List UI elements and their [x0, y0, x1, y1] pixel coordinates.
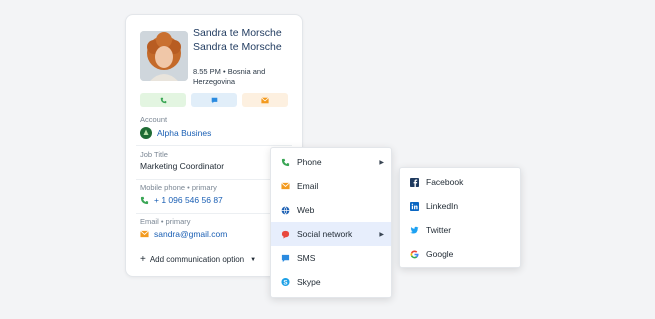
mobile-phone-label: Mobile phone • primary: [140, 183, 217, 192]
globe-icon: [281, 205, 290, 215]
submenu-item-google[interactable]: Google: [400, 242, 520, 266]
twitter-icon: [410, 226, 419, 235]
menu-item-label: Social network: [297, 229, 353, 239]
phone-icon: [140, 196, 149, 205]
contact-avatar[interactable]: [140, 31, 188, 81]
envelope-icon: [261, 96, 269, 103]
facebook-icon: [410, 177, 419, 187]
submenu-item-label: LinkedIn: [426, 201, 459, 211]
account-link[interactable]: Alpha Busines: [157, 128, 211, 138]
contact-full-name: Sandra te Morsche: [193, 41, 282, 53]
divider: [136, 179, 292, 180]
submenu-arrow-icon: ▶: [379, 159, 384, 166]
phone-icon: [160, 97, 166, 103]
social-network-submenu: Facebook LinkedIn Twitter Google: [399, 167, 521, 268]
mobile-phone-link[interactable]: + 1 096 546 56 87: [154, 195, 223, 205]
job-title-label: Job Title: [140, 150, 168, 159]
caret-down-icon: ▼: [250, 256, 257, 263]
menu-item-skype[interactable]: S Skype: [271, 270, 391, 294]
chat-icon: [211, 97, 217, 103]
email-value[interactable]: sandra@gmail.com: [140, 229, 227, 239]
menu-item-social-network[interactable]: Social network ▶: [271, 222, 391, 246]
phone-icon: [281, 158, 290, 167]
account-logo-icon: [140, 127, 152, 139]
menu-item-sms[interactable]: SMS: [271, 246, 391, 270]
email-button[interactable]: [242, 93, 288, 107]
email-icon: [281, 182, 290, 191]
mobile-phone-value[interactable]: + 1 096 546 56 87: [140, 195, 223, 205]
menu-item-label: Phone: [297, 157, 322, 167]
divider: [136, 145, 292, 146]
communication-type-menu: Phone ▶ Email Web Social network ▶ SMS S…: [270, 147, 392, 298]
plus-icon: +: [140, 254, 146, 265]
message-button[interactable]: [191, 93, 237, 107]
social-icon: [281, 230, 290, 239]
account-value[interactable]: Alpha Busines: [140, 127, 211, 139]
sms-icon: [281, 254, 290, 263]
google-icon: [410, 249, 419, 259]
job-title-value: Marketing Coordinator: [140, 161, 225, 171]
email-label: Email • primary: [140, 217, 191, 226]
menu-item-web[interactable]: Web: [271, 198, 391, 222]
menu-item-label: SMS: [297, 253, 316, 263]
submenu-item-label: Google: [426, 249, 454, 259]
svg-text:S: S: [283, 279, 287, 286]
submenu-arrow-icon: ▶: [379, 231, 384, 238]
account-label: Account: [140, 115, 168, 124]
submenu-item-label: Twitter: [426, 225, 452, 235]
submenu-item-facebook[interactable]: Facebook: [400, 170, 520, 194]
menu-item-label: Skype: [297, 277, 321, 287]
submenu-item-label: Facebook: [426, 177, 464, 187]
contact-name[interactable]: Sandra te Morsche: [193, 27, 282, 39]
linkedin-icon: [410, 201, 419, 211]
email-link[interactable]: sandra@gmail.com: [154, 229, 227, 239]
menu-item-phone[interactable]: Phone ▶: [271, 150, 391, 174]
add-communication-option-label: Add communication option: [149, 255, 245, 264]
add-communication-option-button[interactable]: + Add communication option ▼: [140, 254, 256, 265]
call-button[interactable]: [140, 93, 186, 107]
submenu-item-linkedin[interactable]: LinkedIn: [400, 194, 520, 218]
menu-item-email[interactable]: Email: [271, 174, 391, 198]
email-icon: [140, 230, 149, 239]
divider: [136, 213, 292, 214]
menu-item-label: Email: [297, 181, 319, 191]
submenu-item-twitter[interactable]: Twitter: [400, 218, 520, 242]
contact-time-location: 8.55 PM • Bosnia and Herzegovina: [193, 67, 266, 86]
menu-item-label: Web: [297, 205, 315, 215]
skype-icon: S: [281, 277, 290, 287]
